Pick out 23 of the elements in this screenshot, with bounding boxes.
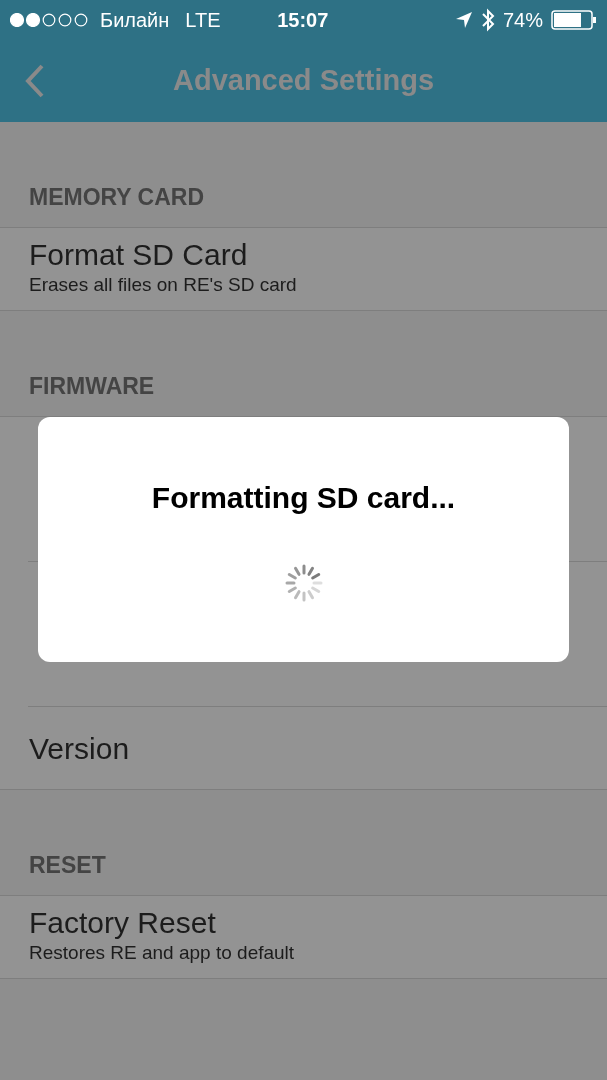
- battery-percentage: 74%: [502, 8, 543, 33]
- carrier-name: Билайн: [100, 8, 170, 33]
- settings-row[interactable]: Format SD Card Erases all files on RE's SD card: [0, 228, 607, 310]
- settings-row[interactable]: Version: [0, 707, 607, 789]
- row-subtitle: Restores RE and app to default: [29, 941, 296, 966]
- section-header: MEMORY CARD: [29, 182, 205, 212]
- row-title: Format SD Card: [29, 238, 249, 272]
- location-arrow-icon: [454, 11, 473, 29]
- section-header: RESET: [29, 850, 106, 880]
- network-type: LTE: [185, 8, 221, 33]
- section-header: FIRMWARE: [29, 371, 155, 401]
- screen-title: Advanced Settings: [172, 63, 435, 99]
- back-button[interactable]: [24, 63, 46, 99]
- battery-icon: [551, 10, 597, 30]
- settings-row[interactable]: Factory Reset Restores RE and app to default: [0, 896, 607, 978]
- row-title: Factory Reset: [29, 906, 217, 940]
- dialog-title: Formatting SD card...: [151, 480, 456, 516]
- bluetooth-icon: [480, 8, 495, 32]
- status-time: 15:07: [277, 8, 330, 33]
- row-subtitle: Erases all files on RE's SD card: [29, 273, 298, 298]
- signal-icon: [10, 13, 88, 27]
- row-title: Version: [29, 731, 131, 765]
- loading-spinner-icon: [284, 564, 323, 602]
